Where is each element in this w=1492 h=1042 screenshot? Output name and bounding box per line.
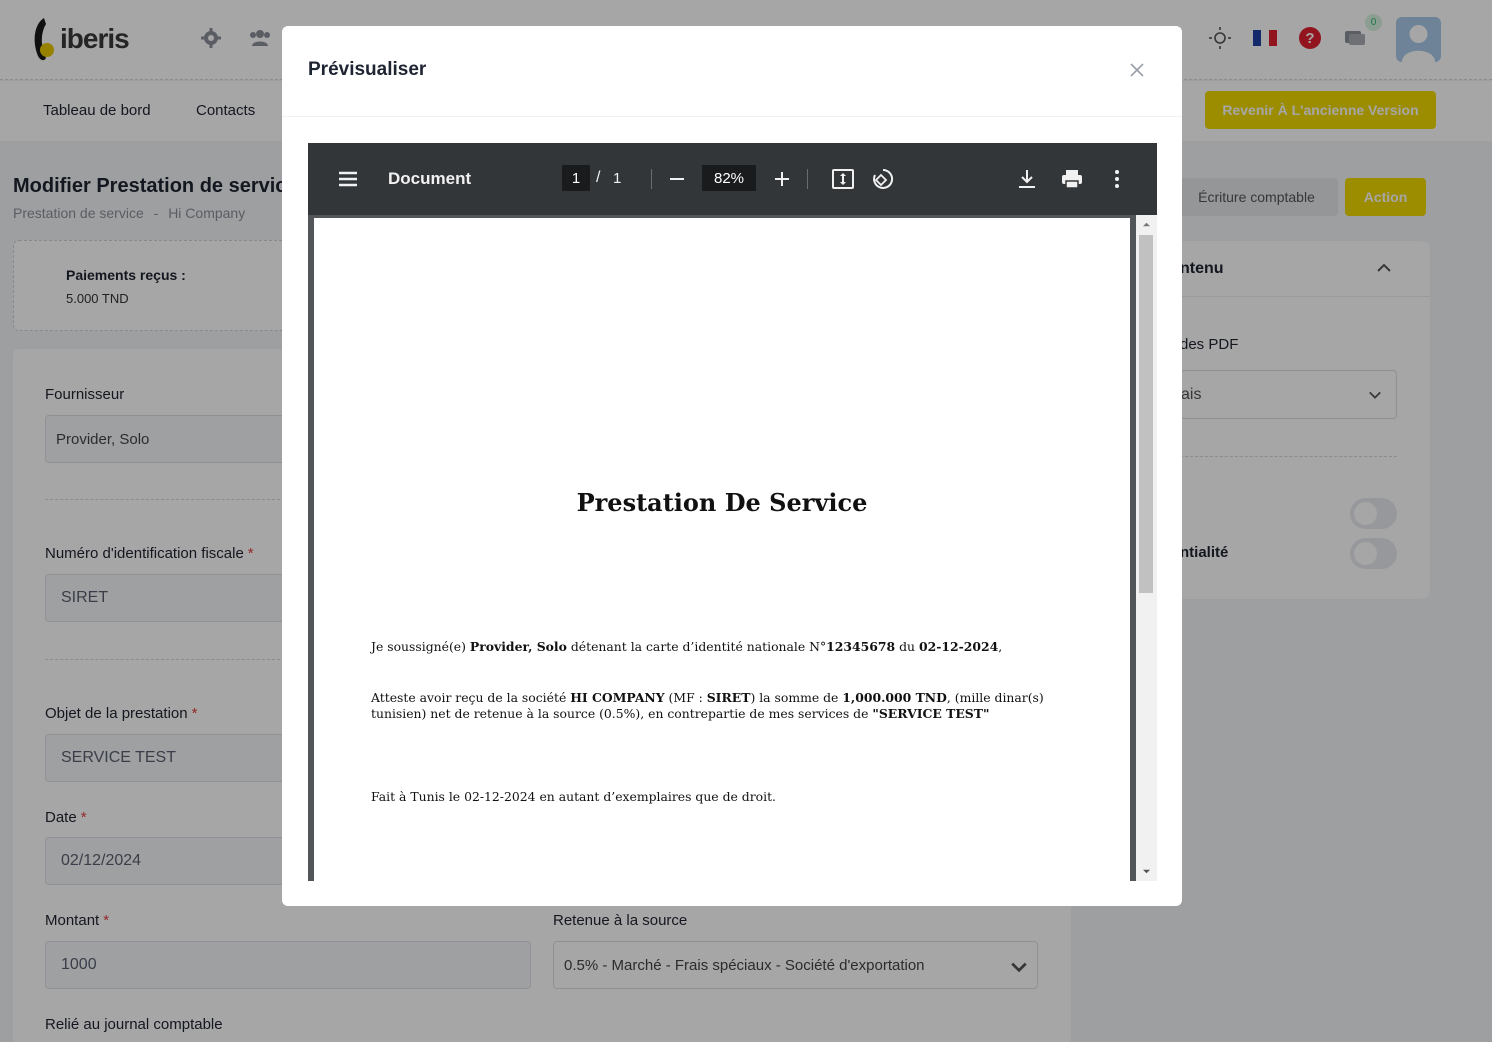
modal-title: Prévisualiser [308, 59, 427, 80]
document-paragraph: Atteste avoir reçu de la société HI COMP… [371, 690, 1083, 722]
text-run: , [998, 639, 1003, 654]
more-options-icon[interactable] [1105, 167, 1129, 191]
fit-page-icon[interactable] [831, 167, 855, 191]
pdf-scrollbar[interactable] [1136, 215, 1157, 881]
amount: 1,000.000 TND [842, 690, 947, 705]
text-run: ) la somme de [750, 690, 843, 705]
tax-id: SIRET [706, 690, 751, 705]
scrollbar-thumb[interactable] [1139, 235, 1153, 593]
pdf-page: Prestation De Service Je soussigné(e) Pr… [314, 218, 1130, 881]
zoom-level-input[interactable]: 82% [702, 165, 756, 191]
toolbar-divider [807, 169, 808, 189]
zoom-in-icon[interactable] [770, 167, 794, 191]
modal-header: Prévisualiser [282, 26, 1182, 117]
text-run: du [895, 639, 919, 654]
close-icon[interactable] [1126, 59, 1148, 81]
company-name: HI COMPANY [570, 690, 665, 705]
download-icon[interactable] [1015, 167, 1039, 191]
toolbar-divider [651, 169, 652, 189]
page-number-input[interactable]: 1 [562, 165, 590, 191]
page-total: 1 [613, 170, 622, 187]
document-title: Prestation De Service [576, 488, 868, 517]
menu-icon[interactable] [336, 167, 360, 191]
pdf-toolbar: Document 1 / 1 82% [308, 143, 1157, 215]
zoom-out-icon[interactable] [665, 167, 689, 191]
print-icon[interactable] [1060, 167, 1084, 191]
text-run: Je soussigné(e) [371, 639, 470, 654]
scroll-down-arrow-icon[interactable] [1142, 867, 1151, 876]
pdf-document-name: Document [388, 169, 472, 188]
cin-number: 12345678 [826, 639, 896, 654]
text-run: Atteste avoir reçu de la société [371, 690, 571, 705]
document-paragraph: Fait à Tunis le 02-12-2024 en autant d’e… [371, 789, 776, 804]
text-run: (MF : [664, 690, 707, 705]
rotate-icon[interactable] [871, 167, 895, 191]
document-paragraph: Je soussigné(e) Provider, Solo détenant … [371, 639, 1083, 655]
service-name: "SERVICE TEST" [872, 706, 990, 721]
page-separator: / [596, 169, 601, 186]
preview-modal: Prévisualiser Document 1 / 1 82% Prestat… [282, 26, 1182, 906]
cin-date: 02-12-2024 [918, 639, 999, 654]
provider-name: Provider, Solo [469, 639, 567, 654]
pdf-viewer: Document 1 / 1 82% Prestation De Service… [308, 143, 1157, 881]
text-run: détenant la carte d’identité nationale N… [566, 639, 827, 654]
scroll-up-arrow-icon[interactable] [1142, 220, 1151, 229]
